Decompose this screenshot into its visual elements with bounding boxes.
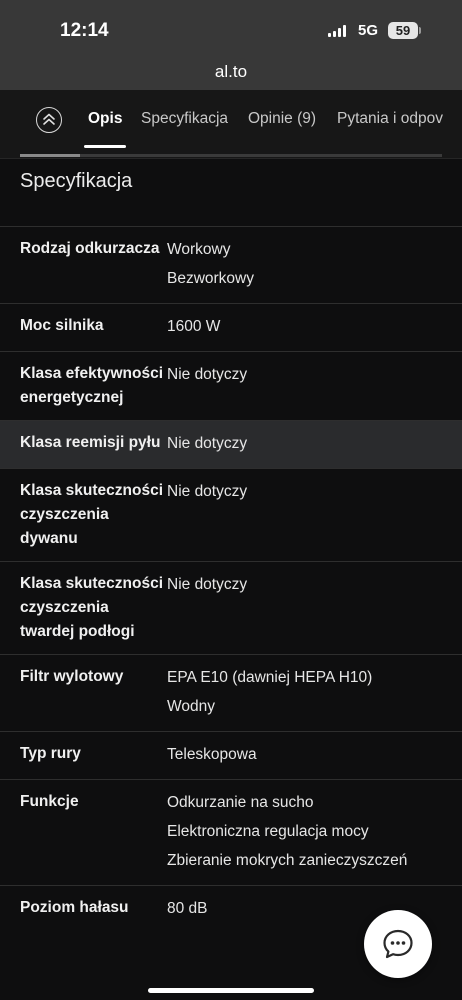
spec-label: Filtr wylotowy (20, 668, 124, 685)
battery-tip (419, 27, 421, 34)
tabs-scrollbar[interactable] (20, 154, 442, 157)
spec-label: Klasa efektywności energetycznej (20, 365, 164, 406)
section-tabs: Opis Specyfikacja Opinie (9) Pytania i o… (0, 90, 462, 159)
tab-opinie[interactable]: Opinie (9) (248, 110, 316, 128)
spec-values: Nie dotyczy (167, 477, 462, 551)
spec-value: Zbieranie mokrych zanieczyszczeń (167, 852, 408, 869)
tab-pytania[interactable]: Pytania i odpov (337, 110, 443, 128)
spec-row: Klasa efektywności energetycznej Nie doty… (0, 351, 462, 420)
status-time: 12:14 (60, 20, 109, 41)
spec-values: Odkurzanie na sucho Elektroniczna regulac… (167, 788, 462, 875)
spec-value: Nie dotyczy (167, 576, 248, 593)
spec-label: Rodzaj odkurzacza (20, 240, 160, 257)
spec-label: Klasa skuteczności czyszczenia twardej p… (20, 575, 164, 640)
status-bar: 12:14 5G 59 (0, 0, 462, 58)
url-text[interactable]: al.to (0, 62, 462, 82)
spec-values: Nie dotyczy (167, 429, 462, 458)
spec-row: Filtr wylotowy EPA E10 (dawniej HEPA H10)… (0, 654, 462, 731)
spec-row: Klasa reemisji pyłu Nie dotyczy (0, 420, 462, 468)
chat-button[interactable] (364, 910, 432, 978)
tab-opis[interactable]: Opis (88, 110, 122, 128)
spec-value: Workowy (167, 241, 231, 258)
spec-table: Rodzaj odkurzacza Workowy Bezworkowy Moc si… (0, 226, 462, 933)
spec-values: EPA E10 (dawniej HEPA H10) Wodny (167, 663, 462, 721)
tab-specyfikacja[interactable]: Specyfikacja (141, 110, 228, 128)
network-type: 5G (358, 22, 379, 39)
spec-value: Nie dotyczy (167, 483, 248, 500)
spec-value: Elektroniczna regulacja mocy (167, 823, 369, 840)
spec-row: Moc silnika 1600 W (0, 303, 462, 351)
spec-row: Funkcje Odkurzanie na sucho Elektroniczna … (0, 779, 462, 885)
spec-values: 1600 W (167, 312, 462, 341)
spec-value: EPA E10 (dawniej HEPA H10) (167, 669, 373, 686)
spec-values: Teleskopowa (167, 740, 462, 769)
tab-active-indicator (84, 145, 126, 148)
battery-icon: 59 (388, 22, 418, 39)
spec-value: 1600 W (167, 318, 221, 335)
spec-value: Nie dotyczy (167, 366, 248, 383)
spec-value: Bezworkowy (167, 270, 254, 287)
spec-row: Typ rury Teleskopowa (0, 731, 462, 779)
spec-value: Nie dotyczy (167, 435, 248, 452)
spec-row: Klasa skuteczności czyszczenia dywanu Nie… (0, 468, 462, 561)
home-indicator (148, 988, 314, 993)
url-bar[interactable]: al.to (0, 58, 462, 90)
spec-label: Funkcje (20, 793, 79, 810)
spec-label: Klasa reemisji pyłu (20, 434, 161, 451)
spec-label: Typ rury (20, 745, 81, 762)
section-title: Specyfikacja (20, 170, 133, 192)
spec-values: Nie dotyczy (167, 570, 462, 644)
chat-bubble-icon (383, 929, 413, 959)
spec-label: Klasa skuteczności czyszczenia dywanu (20, 482, 164, 547)
spec-row: Rodzaj odkurzacza Workowy Bezworkowy (0, 226, 462, 303)
chevron-up-circle-icon[interactable] (36, 107, 62, 133)
spec-values: Nie dotyczy (167, 360, 462, 410)
spec-label: Poziom hałasu (20, 899, 129, 916)
spec-value: Odkurzanie na sucho (167, 794, 314, 811)
spec-label: Moc silnika (20, 317, 104, 334)
spec-value: Teleskopowa (167, 746, 257, 763)
spec-value: Wodny (167, 698, 215, 715)
tabs-scrollbar-thumb[interactable] (20, 154, 80, 157)
signal-icon (328, 25, 350, 37)
spec-row: Klasa skuteczności czyszczenia twardej p… (0, 561, 462, 654)
spec-values: Workowy Bezworkowy (167, 235, 462, 293)
